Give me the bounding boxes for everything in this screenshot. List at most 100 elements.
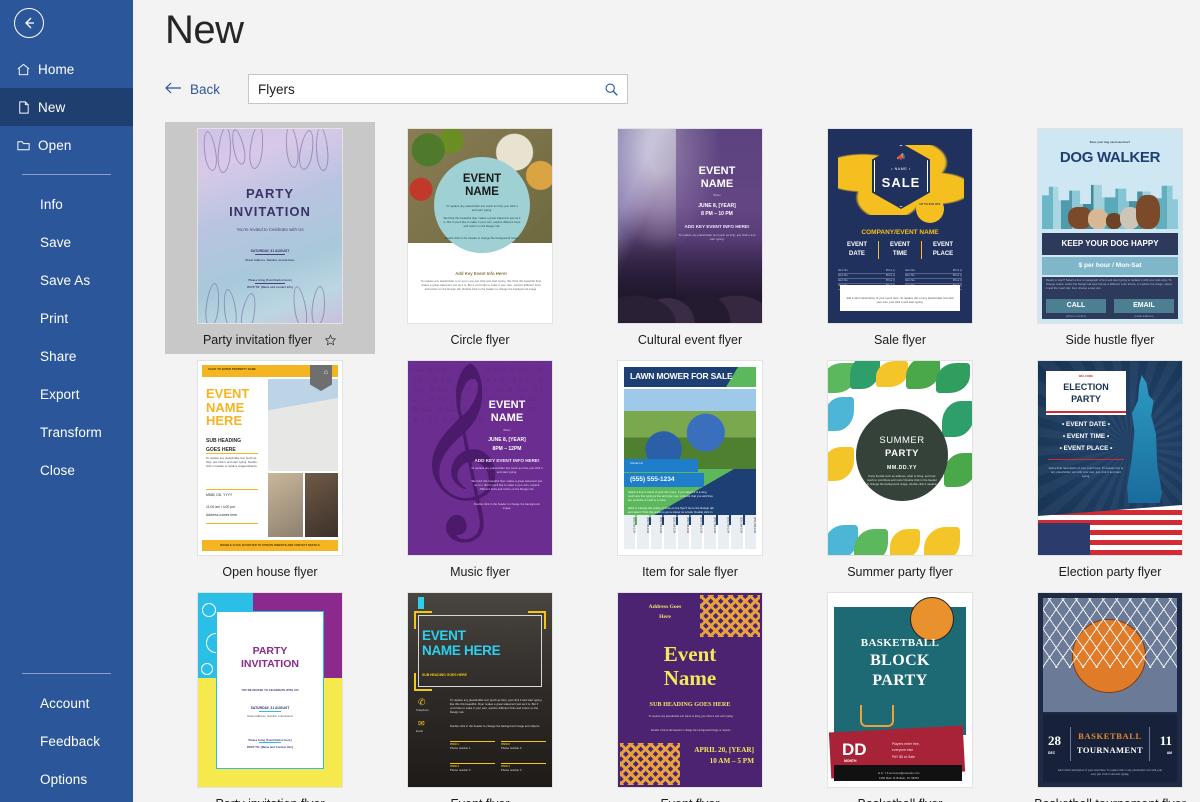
template-tile-side-hustle-flyer[interactable]: Does your dog need exercise? DOG WALKER … xyxy=(1005,122,1200,354)
sidebar-item-export[interactable]: Export xyxy=(0,375,133,413)
thumb-body-3: Double click in the header to change the… xyxy=(470,503,544,511)
search-icon[interactable] xyxy=(604,82,619,97)
sidebar-item-info[interactable]: Info xyxy=(0,185,133,223)
thumb-time: 11:00 am / 4:00 pm xyxy=(206,505,235,511)
template-thumbnail[interactable]: PARTY INVITATION You're Invited to Celeb… xyxy=(197,128,343,324)
template-thumbnail[interactable]: WELCOME ELECTION PARTY • EVENT DATE • • … xyxy=(1037,360,1183,556)
template-caption: Party invitation flyer xyxy=(165,326,375,354)
sidebar-item-feedback[interactable]: Feedback xyxy=(0,722,133,760)
template-thumbnail[interactable]: EVENT NAME HERE SUB HEADING GOES HERE ✆ … xyxy=(407,592,553,788)
template-tile-basketball-block-party-flyer[interactable]: BASKETBALL BLOCK PARTY DD MONTH Players … xyxy=(795,586,1005,802)
template-thumbnail[interactable]: LAWN MOWER FOR SALE Contact at (555) 555… xyxy=(617,360,763,556)
template-tile-circle-flyer[interactable]: EVENT NAME To replace any placeholder te… xyxy=(375,122,585,354)
thumb-body-1: To replace any placeholder text (such as… xyxy=(450,699,542,716)
sidebar-item-new[interactable]: New xyxy=(0,88,133,126)
sidebar-secondary-nav: Info Save Save As Print Share Export Tra… xyxy=(0,185,133,489)
thumb-item-1-value: Phone number 1 xyxy=(450,747,495,751)
sidebar-item-account[interactable]: Account xyxy=(0,684,133,722)
arrow-left-icon xyxy=(165,82,182,97)
thumb-bring: Please bring [Contribution Here] xyxy=(198,739,342,743)
sidebar-item-home[interactable]: Home xyxy=(0,50,133,88)
summer-party-artwork: SUMMER PARTY MM.DD.YY Party friends such… xyxy=(828,361,972,555)
template-thumbnail[interactable]: Does your dog need exercise? DOG WALKER … xyxy=(1037,128,1183,324)
template-caption: Basketball tournament flyer xyxy=(1005,790,1200,802)
thumb-month: MONTH xyxy=(844,759,856,765)
template-thumbnail[interactable]: EVENT NAME To replace any placeholder te… xyxy=(407,128,553,324)
template-thumbnail[interactable]: PARTY INVITATION YOU'RE INVITED TO CELEB… xyxy=(197,592,343,788)
template-tile-event-name-here-flyer[interactable]: EVENT NAME HERE SUB HEADING GOES HERE ✆ … xyxy=(375,586,585,802)
thumb-body-1: To replace any placeholder text (such as… xyxy=(634,715,748,719)
sidebar-divider-top xyxy=(22,174,111,175)
template-thumbnail[interactable]: 📣 • NAME • SALE UP TO 50% OFF COMPANY/EV… xyxy=(827,128,973,324)
back-arrow-circle-icon[interactable] xyxy=(14,8,44,38)
thumb-title: EVENT NAME HERE xyxy=(206,387,249,428)
thumb-hour: 11 xyxy=(1160,734,1172,747)
thumb-footer-title: Add Key Event Info Here! xyxy=(418,271,544,276)
sidebar-item-save-as[interactable]: Save As xyxy=(0,261,133,299)
thumb-footer: Add a short description of your event he… xyxy=(844,297,956,305)
template-thumbnail[interactable]: ⌂ CLICK TO ENTER PROPERTY NAME EVENT NAM… xyxy=(197,360,343,556)
phone-icon: ✆ xyxy=(418,697,426,708)
sidebar-item-options[interactable]: Options xyxy=(0,760,133,798)
sidebar-item-transform[interactable]: Transform xyxy=(0,413,133,451)
sidebar-item-label: Close xyxy=(40,463,75,478)
template-caption: Election party flyer xyxy=(1005,558,1200,586)
thumb-date: MMM, DD, YYYY xyxy=(206,493,232,499)
pin-icon[interactable] xyxy=(324,334,337,347)
template-thumbnail[interactable]: EVENT NAME When JUNE 8, [YEAR] 8 PM – 10… xyxy=(617,128,763,324)
thumb-body: Add a brief description of your event he… xyxy=(1048,467,1124,479)
sidebar-item-share[interactable]: Share xyxy=(0,337,133,375)
template-tile-party-invitation-flyer[interactable]: PARTY INVITATION You're Invited to Celeb… xyxy=(165,122,375,354)
template-label: Open house flyer xyxy=(222,565,317,579)
thumb-row-2: • EVENT TIME • xyxy=(1044,433,1128,440)
thumb-title: EVENT NAME HERE xyxy=(422,629,500,659)
sidebar-item-label: New xyxy=(38,100,65,115)
template-label: Event flyer xyxy=(660,797,719,802)
thumb-contact-label: Contact at xyxy=(630,462,643,466)
template-caption: Summer party flyer xyxy=(795,558,1005,586)
sidebar-item-save[interactable]: Save xyxy=(0,223,133,261)
thumb-note: Players enter free, everyone else PAY $5… xyxy=(892,741,962,760)
template-tile-event-name-purple-flyer[interactable]: Address Goes Here Event Name SUB HEADING… xyxy=(585,586,795,802)
template-tile-music-flyer[interactable]: ♪♫♩♬ ♪ ♫ ♩ ♬♪♫ ♩ ♬ ♪♫♩♬ ♪♫ ♩♬ ♪ ♫♩ ♬ ♪ ♫… xyxy=(375,354,585,586)
back-button[interactable]: Back xyxy=(165,82,220,97)
template-tile-party-invitation-flyer-2[interactable]: PARTY INVITATION YOU'RE INVITED TO CELEB… xyxy=(165,586,375,802)
template-tile-sale-flyer[interactable]: 📣 • NAME • SALE UP TO 50% OFF COMPANY/EV… xyxy=(795,122,1005,354)
thumb-footer-1: E.G. Y.F.someone@example.com xyxy=(836,772,962,776)
thumb-footer-2: 1280 Main St Buffalo, NY 98053 xyxy=(836,777,962,781)
template-tile-cultural-event-flyer[interactable]: EVENT NAME When JUNE 8, [YEAR] 8 PM – 10… xyxy=(585,122,795,354)
template-thumbnail[interactable]: BASKETBALL BLOCK PARTY DD MONTH Players … xyxy=(827,592,973,788)
thumb-body: Ready to start? Select a line or paragra… xyxy=(1046,279,1174,291)
template-tile-open-house-flyer[interactable]: ⌂ CLICK TO ENTER PROPERTY NAME EVENT NAM… xyxy=(165,354,375,586)
sidebar-item-label: Options xyxy=(40,772,87,787)
thumb-subtitle: You're Invited to Celebrate with Us xyxy=(198,227,342,232)
template-thumbnail[interactable]: ♪♫♩♬ ♪ ♫ ♩ ♬♪♫ ♩ ♬ ♪♫♩♬ ♪♫ ♩♬ ♪ ♫♩ ♬ ♪ ♫… xyxy=(407,360,553,556)
template-thumbnail[interactable]: SUMMER PARTY MM.DD.YY Party friends such… xyxy=(827,360,973,556)
thumb-date: SATURDAY, 31 AUGUST xyxy=(198,249,342,255)
template-tile-election-party-flyer[interactable]: WELCOME ELECTION PARTY • EVENT DATE • • … xyxy=(1005,354,1200,586)
search-box[interactable] xyxy=(248,74,628,104)
thumb-info: ADD KEY EVENT INFO HERE! xyxy=(676,224,758,229)
thumb-address: Address comes here xyxy=(206,513,237,519)
template-thumbnail[interactable]: Address Goes Here Event Name SUB HEADING… xyxy=(617,592,763,788)
template-thumbnail[interactable]: 28 DEC BASKETBALL TOURNAMENT 11 AM Add a… xyxy=(1037,592,1183,788)
sidebar-item-close[interactable]: Close xyxy=(0,451,133,489)
home-icon xyxy=(16,62,38,77)
circle-flyer-artwork: EVENT NAME To replace any placeholder te… xyxy=(408,129,552,323)
template-label: Party invitation flyer xyxy=(203,333,312,347)
template-tile-item-for-sale-flyer[interactable]: LAWN MOWER FOR SALE Contact at (555) 555… xyxy=(585,354,795,586)
sidebar-item-print[interactable]: Print xyxy=(0,299,133,337)
thumb-address: Street Address, Number, Instructions xyxy=(198,259,342,263)
sidebar-item-open[interactable]: Open xyxy=(0,126,133,164)
music-flyer-artwork: ♪♫♩♬ ♪ ♫ ♩ ♬♪♫ ♩ ♬ ♪♫♩♬ ♪♫ ♩♬ ♪ ♫♩ ♬ ♪ ♫… xyxy=(408,361,552,555)
template-caption: Music flyer xyxy=(375,558,585,586)
thumb-ampm: AM xyxy=(1167,751,1172,757)
tear-off-tabs: (555) 555-1234 (555) 555-1234 (555) 555-… xyxy=(624,515,756,549)
template-tile-basketball-tournament-flyer[interactable]: 28 DEC BASKETBALL TOURNAMENT 11 AM Add a… xyxy=(1005,586,1200,802)
template-label: Basketball tournament flyer xyxy=(1034,797,1185,802)
search-input[interactable] xyxy=(258,82,604,97)
thumb-row-1: • EVENT DATE • xyxy=(1044,421,1128,428)
template-tile-summer-party-flyer[interactable]: SUMMER PARTY MM.DD.YY Party friends such… xyxy=(795,354,1005,586)
thumb-footer: DOUBLE CLICK IN FOOTER TO UPDATE WEBSITE… xyxy=(202,544,338,548)
thumb-title: Event Name xyxy=(618,643,762,690)
